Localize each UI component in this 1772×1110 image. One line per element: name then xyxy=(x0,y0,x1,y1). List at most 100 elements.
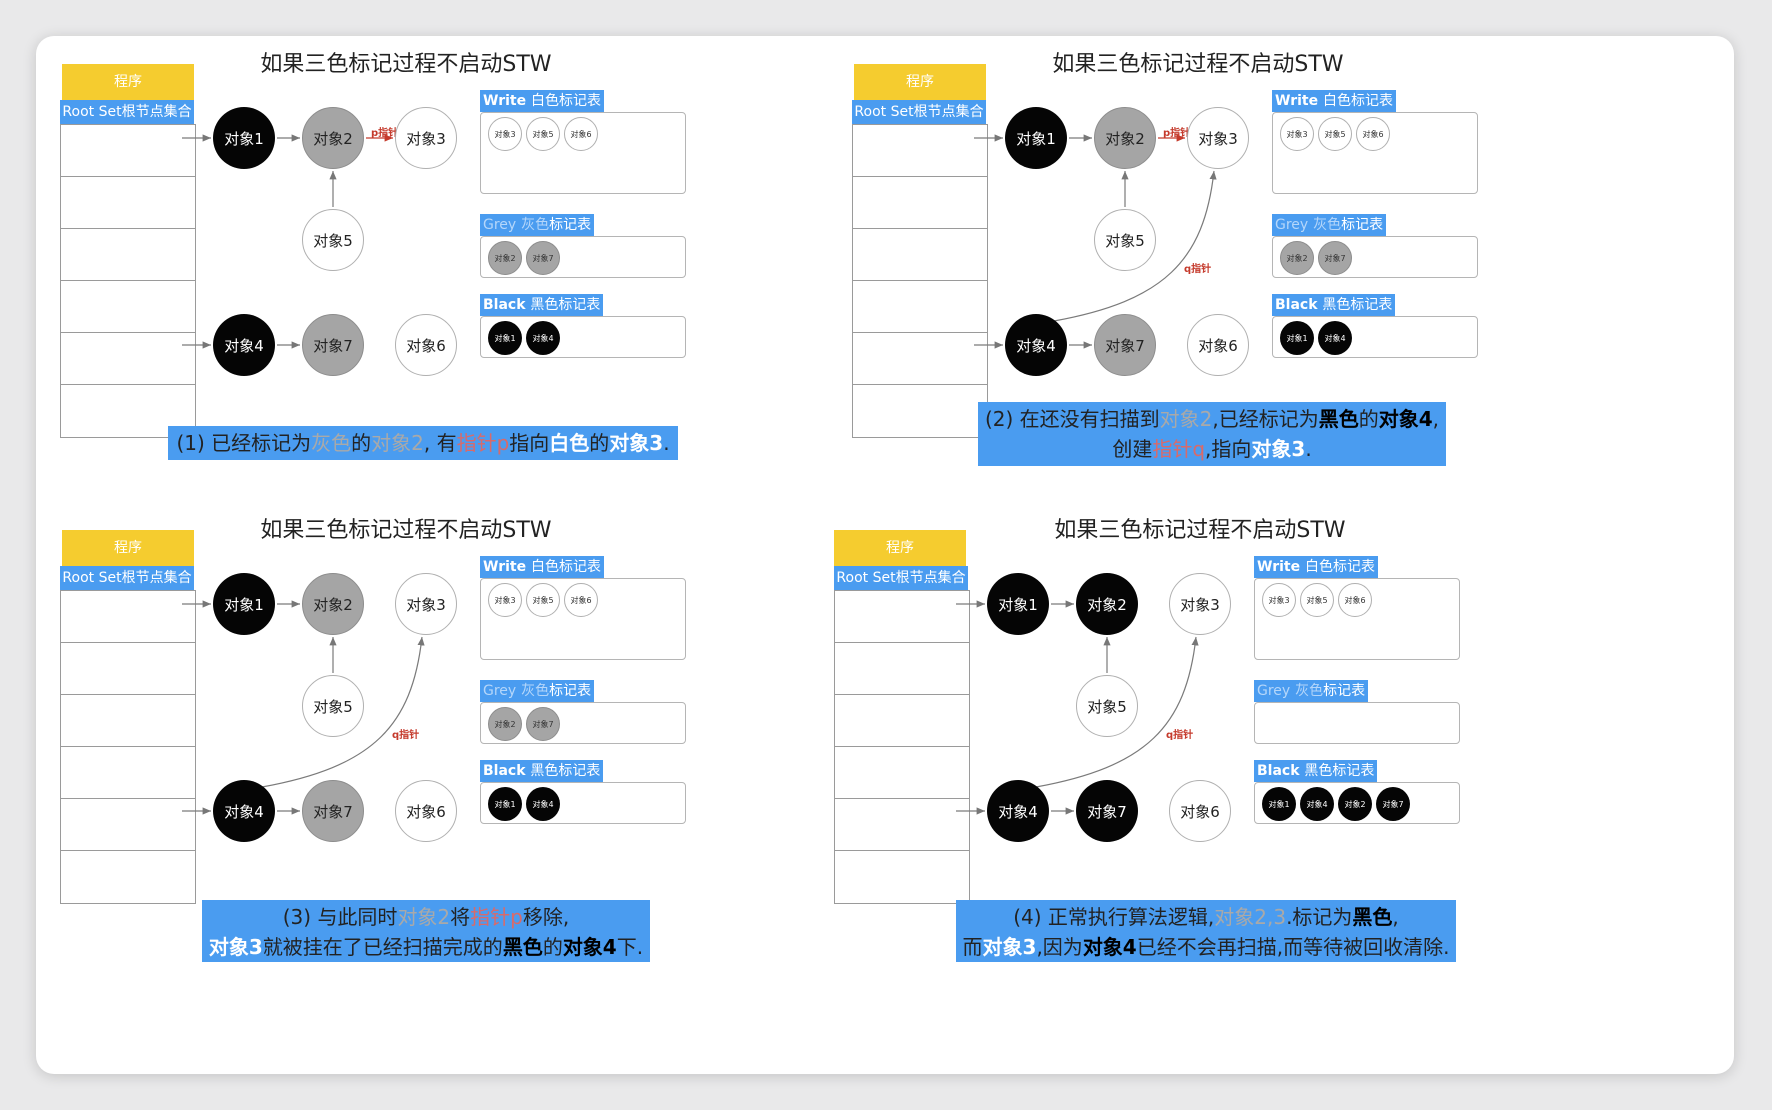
marked-object-chip: 对象7 xyxy=(1376,787,1410,821)
grey-table-header-dim: 灰色 xyxy=(1313,217,1342,233)
grey-table-header-zh: 标记表 xyxy=(549,217,592,233)
grey-mark-table: Grey 灰色标记表 对象2 对象7 xyxy=(480,214,686,278)
black-table-header-en: Black xyxy=(483,297,526,313)
object-node-1: 对象1 xyxy=(987,573,1049,635)
write-table-header-en: Write xyxy=(483,93,527,109)
object-node-4: 对象4 xyxy=(213,780,275,842)
object-node-7: 对象7 xyxy=(302,780,364,842)
caption-segment: 的 xyxy=(589,431,610,455)
diagram-panel-3: 如果三色标记过程不启动STW 程序 Root Set根节点集合 q指针 对象1 对象2 对象… xyxy=(36,502,885,1021)
marked-object-chip: 对象7 xyxy=(526,241,560,275)
grey-table-box: 对象2 对象7 xyxy=(1272,236,1478,278)
caption-segment: 黑色 xyxy=(1352,905,1393,929)
caption-segment: 对象3 xyxy=(982,935,1037,959)
caption-segment: 的 xyxy=(1358,407,1379,431)
marked-object-chip: 对象4 xyxy=(526,321,560,355)
grey-table-header-dim: 灰色 xyxy=(521,217,550,233)
caption-segment: 白色 xyxy=(549,431,590,455)
object-node-1: 对象1 xyxy=(1005,107,1067,169)
grey-table-header: Grey 灰色标记表 xyxy=(480,680,595,702)
black-mark-table: Black 黑色标记表 对象1 对象4 对象2 对象7 xyxy=(1254,760,1460,824)
marked-object-chip: 对象3 xyxy=(488,583,522,617)
object-node-3: 对象3 xyxy=(1187,107,1249,169)
caption-segment: 对象2 xyxy=(397,905,451,929)
object-node-5: 对象5 xyxy=(1094,209,1156,271)
black-table-header: Black 黑色标记表 xyxy=(480,760,604,782)
write-table-header-zh: 白色标记表 xyxy=(1322,93,1393,109)
q-pointer-label: q指针 xyxy=(1184,264,1212,275)
write-table-header: Write 白色标记表 xyxy=(1254,556,1378,578)
caption-segment: 对象2,3 xyxy=(1214,905,1287,929)
object-node-7: 对象7 xyxy=(1094,314,1156,376)
grey-table-header-en: Grey xyxy=(1275,217,1309,233)
caption-segment: 的 xyxy=(351,431,372,455)
marked-object-chip: 对象2 xyxy=(488,241,522,275)
caption-segment: .标记为 xyxy=(1286,905,1353,929)
marked-object-chip: 对象2 xyxy=(1338,787,1372,821)
caption-segment: (2) 在还没有扫描到 xyxy=(984,407,1160,431)
grey-table-box: 对象2 对象7 xyxy=(480,702,686,744)
marked-object-chip: 对象7 xyxy=(1318,241,1352,275)
caption-segment: , xyxy=(1392,905,1399,929)
caption-line: (2) 在还没有扫描到对象2,已经标记为黑色的对象4, xyxy=(984,404,1440,434)
diagram-panel-1: 如果三色标记过程不启动STW 程序 Root Set根节点集合 p指针 对象1 对象2 对象… xyxy=(36,36,885,555)
caption-segment: 黑色 xyxy=(502,935,543,959)
q-pointer-label: q指针 xyxy=(1166,730,1194,741)
write-table-header-zh: 白色标记表 xyxy=(530,559,601,575)
diagram-panel-4: 如果三色标记过程不启动STW 程序 Root Set根节点集合 q指针 对象1 对象2 对象… xyxy=(810,502,1659,1021)
caption-segment: 创建 xyxy=(1112,437,1153,461)
black-table-header-en: Black xyxy=(483,763,526,779)
object-node-6: 对象6 xyxy=(395,314,457,376)
grey-table-header-zh: 标记表 xyxy=(549,683,592,699)
caption-line: (3) 与此同时对象2将指针p移除, xyxy=(208,902,644,932)
grey-table-box: 对象2 对象7 xyxy=(480,236,686,278)
grey-table-header-dim: 灰色 xyxy=(521,683,550,699)
marked-object-chip: 对象3 xyxy=(488,117,522,151)
grey-table-header-zh: 标记表 xyxy=(1323,683,1366,699)
object-node-3: 对象3 xyxy=(395,573,457,635)
marked-object-chip: 对象1 xyxy=(488,787,522,821)
object-node-6: 对象6 xyxy=(1169,780,1231,842)
caption-line: 对象3就被挂在了已经扫描完成的黑色的对象4下. xyxy=(208,932,644,962)
caption-segment: 对象3 xyxy=(609,431,664,455)
marked-object-chip: 对象3 xyxy=(1280,117,1314,151)
marked-object-chip: 对象4 xyxy=(1300,787,1334,821)
write-mark-table: Write 白色标记表 对象3 对象5 对象6 xyxy=(480,556,686,660)
object-node-1: 对象1 xyxy=(213,573,275,635)
marked-object-chip: 对象2 xyxy=(488,707,522,741)
caption-segment: 对象2 xyxy=(371,431,424,455)
caption-segment: 灰色 xyxy=(311,431,352,455)
object-node-1: 对象1 xyxy=(213,107,275,169)
diagram-panel-2: 如果三色标记过程不启动STW 程序 Root Set根节点集合 p指针 q指针 对象1 对象… xyxy=(828,36,1677,555)
caption-line: 创建指针q,指向对象3. xyxy=(984,434,1440,464)
caption-segment: 对象4 xyxy=(1378,407,1433,431)
marked-object-chip: 对象1 xyxy=(488,321,522,355)
step-caption: (3) 与此同时对象2将指针p移除, 对象3就被挂在了已经扫描完成的黑色的对象4下… xyxy=(202,900,650,962)
write-mark-table: Write 白色标记表 对象3 对象5 对象6 xyxy=(1254,556,1460,660)
caption-line: (1) 已经标记为灰色的对象2, 有指针p指向白色的对象3. xyxy=(174,428,672,458)
object-node-2: 对象2 xyxy=(302,573,364,635)
caption-segment: 对象2 xyxy=(1159,407,1213,431)
black-table-header-en: Black xyxy=(1257,763,1300,779)
caption-segment: , 有 xyxy=(423,431,457,455)
caption-segment: 对象3 xyxy=(208,935,263,959)
black-mark-table: Black 黑色标记表 对象1 对象4 xyxy=(480,294,686,358)
black-table-box: 对象1 对象4 xyxy=(1272,316,1478,358)
black-table-box: 对象1 对象4 xyxy=(480,316,686,358)
write-table-header-zh: 白色标记表 xyxy=(530,93,601,109)
caption-segment: 对象4 xyxy=(1082,935,1137,959)
marked-object-chip: 对象5 xyxy=(526,583,560,617)
caption-segment: 下. xyxy=(616,935,644,959)
caption-segment: ,因为 xyxy=(1036,935,1083,959)
black-table-header-zh: 黑色标记表 xyxy=(1322,297,1393,313)
black-mark-table: Black 黑色标记表 对象1 对象4 xyxy=(480,760,686,824)
object-node-2: 对象2 xyxy=(302,107,364,169)
grey-table-header-zh: 标记表 xyxy=(1341,217,1384,233)
marked-object-chip: 对象6 xyxy=(1356,117,1390,151)
write-table-box: 对象3 对象5 对象6 xyxy=(480,112,686,194)
write-mark-table: Write 白色标记表对象3 对象5 对象6 xyxy=(480,90,686,194)
figure-card: 如果三色标记过程不启动STW 程序 Root Set根节点集合 p指针 对象1 对象2 对象… xyxy=(36,36,1734,1074)
caption-segment: . xyxy=(1305,437,1312,461)
grey-table-box xyxy=(1254,702,1460,744)
grey-mark-table: Grey 灰色标记表对象2 对象7 xyxy=(1272,214,1478,278)
